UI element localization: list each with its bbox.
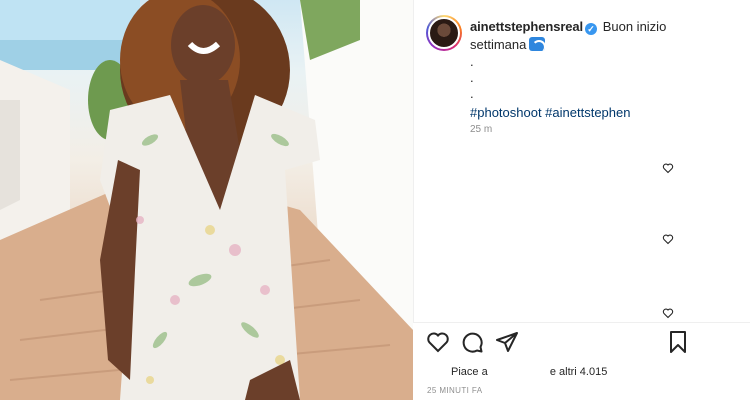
caption-line2: settimana (470, 36, 740, 54)
avatar[interactable] (426, 15, 462, 51)
caption-time: 25 m (470, 124, 493, 135)
small-heart-icon[interactable] (662, 162, 674, 174)
post-photo-illustration (0, 0, 413, 400)
post-photo[interactable] (0, 0, 413, 400)
posted-time: 25 MINUTI FA (427, 386, 483, 395)
comment-icon[interactable] (460, 330, 484, 354)
caption-dot: . (470, 54, 474, 69)
liker-name-redacted (491, 364, 547, 375)
verified-badge-icon: ✓ (585, 23, 598, 35)
likes-suffix: e altri 4.015 (549, 366, 608, 378)
caption-dot: . (470, 70, 474, 85)
hashtags-link[interactable]: #photoshoot #ainettstephens (470, 104, 630, 122)
username-link[interactable]: ainettstephensreal (470, 19, 583, 34)
paper-plane-icon[interactable] (495, 330, 519, 354)
caption-dot: . (470, 86, 474, 101)
likes-prefix: Piace a (451, 366, 488, 378)
likes-summary[interactable]: Piace a e altri 4.015 (451, 364, 607, 378)
heart-icon[interactable] (426, 330, 450, 354)
caption: ainettstephensreal ✓ Buon inizio settiman… (470, 18, 740, 122)
avatar-image (428, 17, 460, 49)
water-wave-emoji-icon (529, 37, 546, 51)
small-heart-icon[interactable] (662, 233, 674, 245)
caption-line2-text: settimana (470, 37, 527, 52)
bookmark-icon[interactable] (666, 330, 690, 354)
small-heart-icon[interactable] (662, 307, 674, 319)
caption-text: Buon inizio (602, 19, 667, 34)
